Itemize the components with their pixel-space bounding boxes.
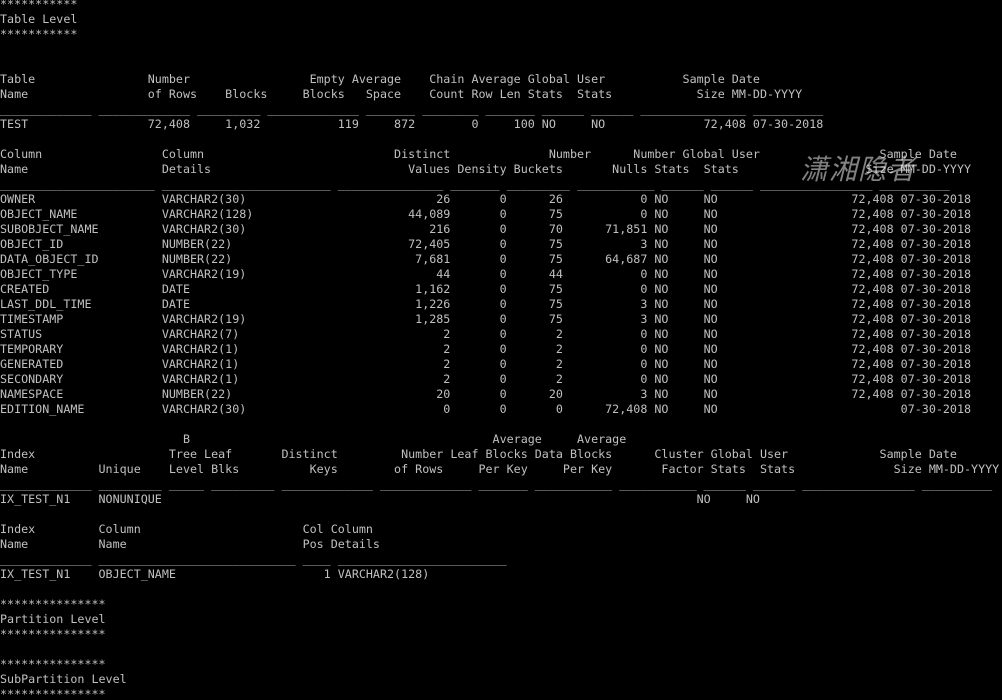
terminal-line: *********** <box>0 27 78 41</box>
terminal-line: TEMPORARY VARCHAR2(1) 2 0 2 0 NO NO 72,4… <box>0 342 972 356</box>
terminal-line: ______________________ _________________… <box>0 177 950 191</box>
terminal-line: Table Number Empty Average Chain Average… <box>0 72 760 86</box>
terminal-line: *************** <box>0 627 106 641</box>
terminal-line: SUBOBJECT_NAME VARCHAR2(30) 216 0 70 71,… <box>0 222 972 236</box>
terminal-line: OBJECT_TYPE VARCHAR2(19) 44 0 44 0 NO NO… <box>0 267 972 281</box>
terminal-line: STATUS VARCHAR2(7) 2 0 2 0 NO NO 72,408 … <box>0 327 972 341</box>
terminal-line: _____________ _________ _____ _________ … <box>0 477 993 491</box>
terminal-line: DATA_OBJECT_ID NUMBER(22) 7,681 0 75 64,… <box>0 252 972 266</box>
terminal-line: OBJECT_NAME VARCHAR2(128) 44,089 0 75 0 … <box>0 207 972 221</box>
terminal-line: IX_TEST_N1 NONUNIQUE NO NO <box>0 492 760 506</box>
terminal-line: Name of Rows Blocks Blocks Space Count R… <box>0 87 803 101</box>
terminal-line: B Average Average <box>0 432 627 446</box>
terminal-line: OWNER VARCHAR2(30) 26 0 26 0 NO NO 72,40… <box>0 192 972 206</box>
terminal-line: Column Column Distinct Number Number Glo… <box>0 147 957 161</box>
terminal-line: EDITION_NAME VARCHAR2(30) 0 0 0 72,408 N… <box>0 402 972 416</box>
terminal-line: _____________ __________________________… <box>0 552 507 566</box>
terminal-line: TIMESTAMP VARCHAR2(19) 1,285 0 75 3 NO N… <box>0 312 972 326</box>
terminal-line: Index Tree Leaf Distinct Number Leaf Blo… <box>0 447 957 461</box>
terminal-line: SECONDARY VARCHAR2(1) 2 0 2 0 NO NO 72,4… <box>0 372 972 386</box>
terminal-line: Name Name Pos Details <box>0 537 380 551</box>
terminal-line: *********** <box>0 0 78 11</box>
terminal-output: *********** Table Level *********** Table N… <box>0 0 999 700</box>
terminal-line: GENERATED VARCHAR2(1) 2 0 2 0 NO NO 72,4… <box>0 357 972 371</box>
terminal-window[interactable]: *********** Table Level *********** Table N… <box>0 0 1002 700</box>
terminal-line: IX_TEST_N1 OBJECT_NAME 1 VARCHAR2(128) <box>0 567 430 581</box>
terminal-line: *************** <box>0 657 106 671</box>
terminal-line: CREATED DATE 1,162 0 75 0 NO NO 72,408 0… <box>0 282 972 296</box>
terminal-line: *************** <box>0 597 106 611</box>
terminal-line: *************** <box>0 687 106 700</box>
terminal-line: OBJECT_ID NUMBER(22) 72,405 0 75 3 NO NO… <box>0 237 972 251</box>
terminal-line: Partition Level <box>0 612 106 626</box>
terminal-line: Table Level <box>0 12 78 26</box>
terminal-line: NAMESPACE NUMBER(22) 20 0 20 3 NO NO 72,… <box>0 387 972 401</box>
terminal-line: Index Column Col Column <box>0 522 373 536</box>
terminal-line: LAST_DDL_TIME DATE 1,226 0 75 3 NO NO 72… <box>0 297 972 311</box>
terminal-line: Name Details Values Density Buckets Null… <box>0 162 972 176</box>
terminal-line: TEST 72,408 1,032 119 872 0 100 NO NO 72… <box>0 117 824 131</box>
terminal-line: SubPartition Level <box>0 672 127 686</box>
terminal-line: _____________ _____________ _________ __… <box>0 102 824 116</box>
terminal-line: Name Unique Level Blks Keys of Rows Per … <box>0 462 1000 476</box>
